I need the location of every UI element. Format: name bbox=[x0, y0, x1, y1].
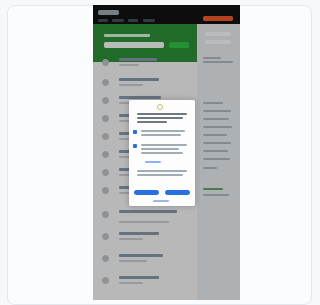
mobile-screenshot bbox=[93, 5, 240, 300]
consent-dialog bbox=[129, 100, 195, 206]
dialog-heading-line bbox=[137, 113, 187, 115]
checkbox-icon[interactable] bbox=[133, 144, 137, 148]
checkbox-icon[interactable] bbox=[133, 130, 137, 134]
dialog-heading-line bbox=[137, 121, 167, 123]
option-text bbox=[141, 152, 183, 154]
accept-button[interactable] bbox=[134, 190, 159, 195]
footer-link[interactable] bbox=[153, 200, 169, 202]
circle-icon bbox=[157, 104, 163, 110]
dialog-heading-line bbox=[137, 117, 183, 119]
option-text bbox=[141, 130, 185, 132]
option-text bbox=[141, 148, 179, 150]
dialog-text bbox=[137, 174, 183, 176]
dialog-text bbox=[137, 170, 187, 172]
option-text bbox=[141, 144, 187, 146]
privacy-link[interactable] bbox=[145, 161, 161, 163]
reject-button[interactable] bbox=[165, 190, 190, 195]
option-text bbox=[141, 134, 181, 136]
